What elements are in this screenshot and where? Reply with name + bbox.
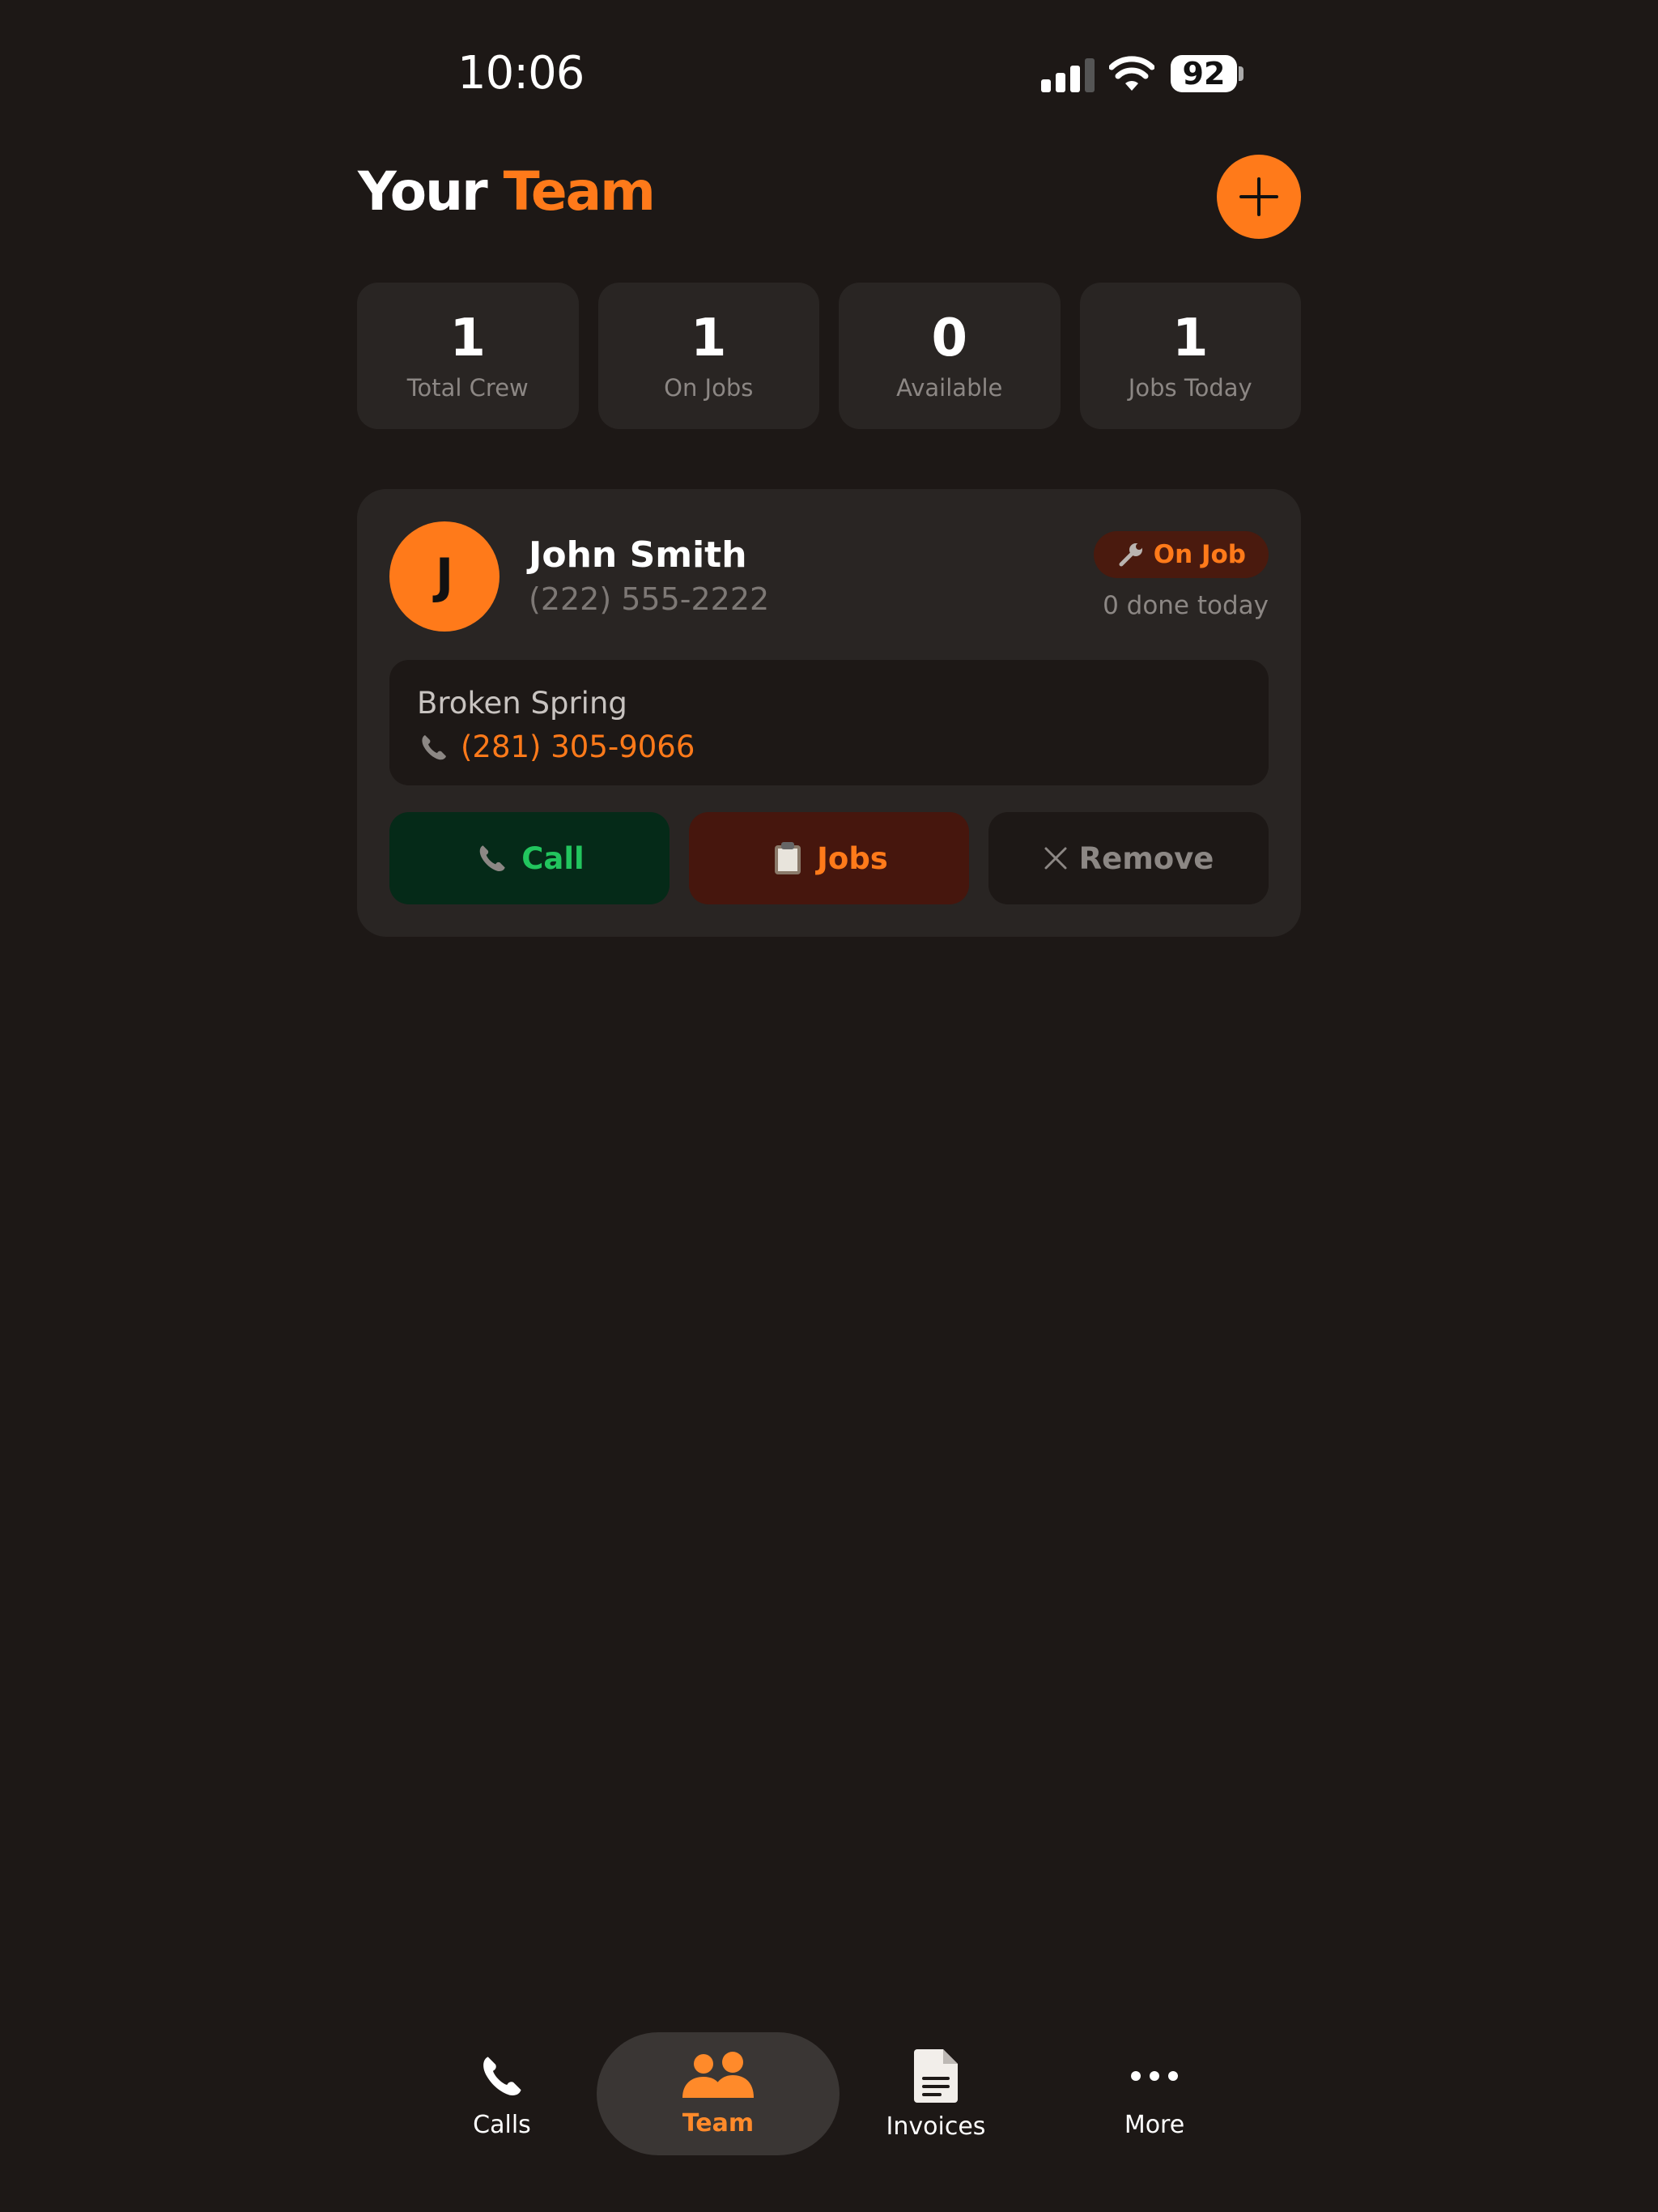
cellular-signal-icon [1041, 58, 1095, 92]
remove-button-label: Remove [1078, 840, 1214, 876]
more-icon [1131, 2070, 1178, 2081]
stat-total-crew: 1 Total Crew [357, 283, 579, 429]
battery-level: 92 [1171, 55, 1237, 92]
stat-available: 0 Available [839, 283, 1061, 429]
tab-label: More [1124, 2110, 1185, 2139]
job-phone-link[interactable]: (281) 305-9066 [417, 730, 695, 764]
tab-label: Invoices [886, 2112, 986, 2141]
stats-row: 1 Total Crew 1 On Jobs 0 Available 1 Job… [357, 283, 1301, 429]
tab-label: Calls [473, 2110, 531, 2139]
status-time: 10:06 [457, 47, 585, 100]
phone-icon [480, 845, 505, 871]
wrench-icon [1119, 543, 1142, 567]
stat-label: Total Crew [406, 373, 529, 402]
stat-on-jobs: 1 On Jobs [597, 283, 819, 429]
current-job[interactable]: Broken Spring (281) 305-9066 [389, 660, 1269, 785]
team-member-card[interactable]: J John Smith (222) 555-2222 On Job 0 don… [357, 489, 1301, 937]
wifi-icon [1109, 56, 1154, 91]
page-title-accent: Team [503, 160, 656, 223]
member-actions: Call Jobs Remove [389, 812, 1269, 904]
tab-calls[interactable]: Calls [380, 2032, 623, 2155]
member-name: John Smith [529, 534, 747, 576]
close-icon [1044, 847, 1067, 870]
stat-value: 1 [690, 308, 727, 368]
call-button-label: Call [521, 840, 585, 876]
status-badge: On Job [1093, 531, 1269, 578]
tab-team[interactable]: Team [597, 2032, 840, 2155]
call-button[interactable]: Call [389, 812, 670, 904]
stat-value: 1 [449, 308, 487, 368]
page-title: Your Team [358, 160, 656, 223]
tab-bar: Calls Team Invoices More [0, 2016, 1658, 2212]
team-icon [682, 2051, 754, 2098]
tab-label: Team [682, 2108, 755, 2138]
stat-label: Jobs Today [1128, 373, 1252, 402]
stat-value: 0 [931, 308, 968, 368]
page-title-prefix: Your [358, 160, 488, 223]
tab-more[interactable]: More [1033, 2032, 1276, 2155]
stat-label: Available [896, 373, 1003, 402]
clipboard-icon [775, 842, 801, 874]
jobs-button-label: Jobs [817, 840, 888, 876]
status-bar: 10:06 92 [0, 0, 1658, 146]
avatar: J [389, 521, 500, 632]
status-badge-label: On Job [1153, 540, 1246, 569]
tab-invoices[interactable]: Invoices [814, 2032, 1057, 2155]
plus-icon [1239, 177, 1278, 216]
jobs-button[interactable]: Jobs [689, 812, 969, 904]
add-member-button[interactable] [1217, 155, 1301, 239]
member-phone: (222) 555-2222 [529, 581, 770, 617]
stat-value: 1 [1171, 308, 1209, 368]
stat-label: On Jobs [664, 373, 754, 402]
document-icon [914, 2048, 958, 2103]
job-title: Broken Spring [417, 686, 627, 721]
battery-tip [1239, 66, 1244, 81]
job-phone-number: (281) 305-9066 [461, 730, 695, 764]
stat-jobs-today: 1 Jobs Today [1079, 283, 1301, 429]
phone-icon [483, 2056, 521, 2095]
done-today: 0 done today [1103, 591, 1269, 620]
phone-icon [422, 734, 446, 759]
remove-button[interactable]: Remove [988, 812, 1269, 904]
